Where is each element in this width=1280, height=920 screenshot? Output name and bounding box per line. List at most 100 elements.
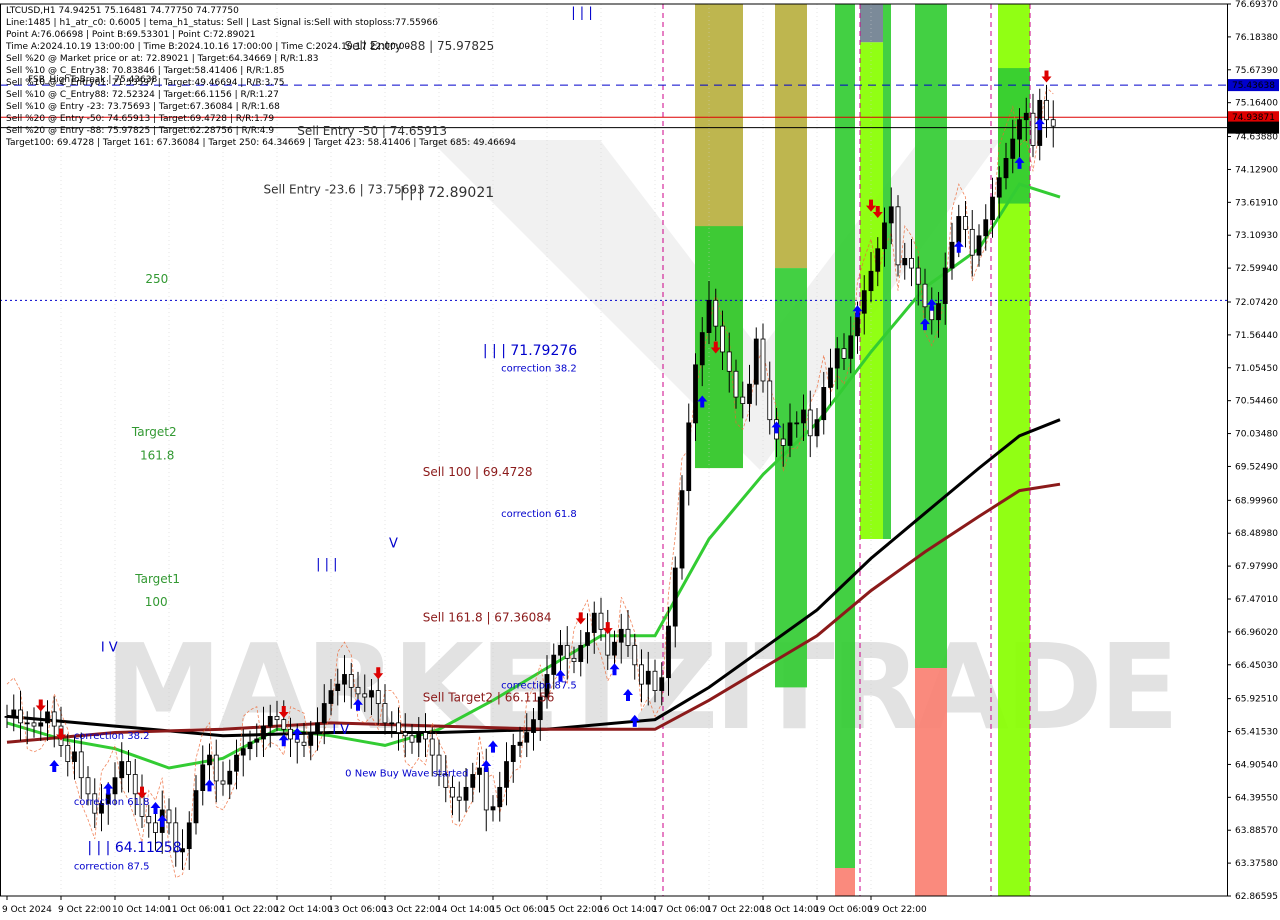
candle-body-47 [321,703,327,724]
candle-body-94 [639,664,644,685]
ytick-label-26: 63.37580 [1235,859,1278,869]
ytick-label-3: 75.16400 [1235,99,1278,109]
candle-body-73 [497,786,503,808]
candle-body-76 [517,741,523,746]
info-line-1: Line:1485 | h1_atr_c0: 0.6005 | tema_h1_… [6,18,438,28]
candle-body-96 [652,670,658,692]
candle-body-147 [996,177,1002,198]
candle-body-45 [308,732,314,746]
candle-body-12 [85,777,91,795]
annotation-3: | | | 72.89021 [400,185,494,201]
candle-body-55 [375,690,381,704]
info-line-0: LTCUSD,H1 74.94251 75.16481 74.77750 74.… [6,6,239,16]
candle-body-86 [585,632,590,646]
info-line-3: Time A:2024.10.19 13:00:00 | Time B:2024… [5,42,410,52]
candle-body-71 [483,767,489,811]
ytick-label-5: 74.12900 [1235,165,1278,175]
candle-body-95 [645,670,651,685]
annotation-16: I V [101,640,118,655]
candle-body-85 [578,645,584,662]
info-line-2: Point A:76.06698 | Point B:69.53301 | Po… [6,30,256,40]
candle-body-120 [814,419,820,437]
ytick-label-18: 67.47010 [1235,595,1278,605]
candle-body-3 [24,722,30,725]
candle-body-56 [382,703,388,724]
ytick-label-13: 70.03480 [1235,430,1278,440]
candle-body-87 [591,612,597,633]
candle-body-123 [834,348,840,369]
candle-body-106 [720,325,725,353]
annotation-18: Sell Target2 | 66.1156 [423,691,555,705]
xtick-label-14: 18 Oct 14:00 [760,905,819,915]
annotation-21: 0 New Buy Wave started [345,768,468,779]
candle-body-104 [706,299,712,333]
candle-body-68 [463,786,469,801]
candle-body-101 [686,422,692,492]
candle-body-116 [787,422,793,446]
candle-body-84 [571,657,577,662]
xtick-label-16: 19 Oct 22:00 [868,905,927,915]
candle-body-52 [355,686,361,695]
annotation-7: Target2 [131,425,177,439]
candle-body-61 [416,732,422,743]
annotation-5: | | | 71.79276 [483,343,577,359]
candle-body-128 [868,270,874,292]
candle-body-110 [747,383,752,404]
candle-body-125 [848,335,854,359]
candle-body-139 [942,267,948,304]
candle-body-35 [240,748,246,756]
candle-body-28 [193,790,199,824]
xtick-label-3: 11 Oct 06:00 [166,905,225,915]
ytick-label-16: 68.48980 [1235,529,1278,539]
xtick-label-10: 15 Oct 22:00 [544,905,603,915]
candle-body-48 [328,690,334,704]
candle-body-16 [112,777,118,795]
xtick-label-11: 16 Oct 14:00 [598,905,657,915]
candle-body-27 [186,822,192,850]
candle-body-118 [801,409,806,424]
annotation-14: 100 [145,595,168,609]
candle-body-32 [220,780,226,785]
candle-body-115 [780,438,786,446]
annotation-4: 250 [145,272,168,286]
xtick-label-5: 12 Oct 14:00 [274,905,333,915]
candle-body-133 [902,258,908,266]
ytick-label-20: 66.45030 [1235,661,1278,671]
info-line-9: Sell %20 @ Entry -50: 74.65913 | Target:… [6,114,274,124]
annotation-23: | | | 64.11258 [87,840,181,856]
candle-body-141 [956,216,962,243]
candle-body-142 [963,216,968,230]
candle-body-113 [767,380,773,421]
zone-bar-2 [775,4,807,269]
info-line-4: Sell %20 @ Market price or at: 72.89021 … [6,54,319,64]
candle-body-0 [4,716,10,718]
ytick-label-19: 66.96020 [1235,628,1278,638]
candle-body-91 [618,628,624,643]
candle-body-59 [402,732,408,737]
ytick-label-1: 76.18380 [1235,33,1278,43]
candle-body-97 [659,677,665,692]
candle-body-6 [45,711,50,724]
candle-body-138 [936,303,941,321]
candle-body-83 [564,645,570,659]
candle-body-44 [301,741,307,746]
candle-body-77 [524,732,530,743]
price-tag-label-0: 75.43638 [1232,81,1275,91]
candle-body-19 [132,774,138,795]
candle-body-40 [274,716,280,721]
candle-body-103 [699,332,705,366]
ytick-label-24: 64.39550 [1235,793,1278,803]
candle-body-17 [119,761,125,779]
candle-body-144 [976,235,982,256]
candle-body-127 [861,290,867,314]
ytick-label-21: 65.92510 [1235,695,1278,705]
annotation-25: | | | [571,5,592,20]
ytick-label-0: 76.69370 [1235,0,1278,10]
annotation-10: correction 61.8 [501,509,577,520]
annotation-19: correction 38.2 [74,731,150,742]
candle-body-11 [78,751,84,779]
candle-body-82 [558,645,563,656]
candle-body-100 [679,490,685,569]
candle-body-41 [281,719,287,730]
ytick-label-27: 62.86595 [1235,892,1278,902]
